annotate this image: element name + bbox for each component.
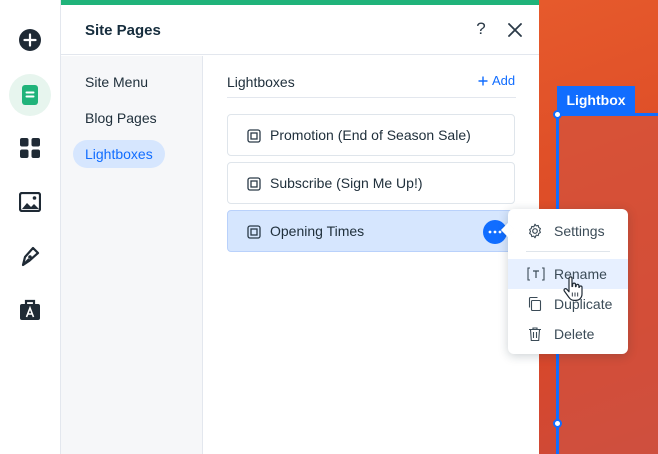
apps-button[interactable] xyxy=(8,128,52,168)
lightbox-page-icon xyxy=(247,129,261,143)
resize-handle[interactable] xyxy=(553,419,562,428)
menu-item-label: Settings xyxy=(554,223,605,239)
menu-item-label: Delete xyxy=(554,326,595,342)
left-toolbar xyxy=(0,0,61,454)
close-icon xyxy=(508,23,522,37)
more-dots-icon xyxy=(488,230,502,234)
lightbox-tag[interactable]: Lightbox xyxy=(557,86,635,114)
media-button[interactable] xyxy=(8,182,52,222)
site-pages-panel: Site Pages ? Site Menu Blog Pages Lightb… xyxy=(61,0,539,454)
close-button[interactable] xyxy=(504,19,526,41)
rename-icon xyxy=(527,267,545,281)
lightbox-row-label: Opening Times xyxy=(270,223,365,239)
pages-button[interactable] xyxy=(9,74,51,116)
business-tools-button[interactable] xyxy=(8,290,52,330)
lightbox-page-icon xyxy=(247,177,261,191)
panel-title: Site Pages xyxy=(85,22,161,39)
lightbox-row-label: Promotion (End of Season Sale) xyxy=(270,127,471,143)
menu-item-settings[interactable]: Settings xyxy=(508,216,628,246)
panel-header: Site Pages ? xyxy=(61,5,539,55)
lightbox-row-selected[interactable]: Opening Times xyxy=(227,210,515,252)
pages-nav: Site Menu Blog Pages Lightboxes xyxy=(61,56,203,454)
nav-item-lightboxes[interactable]: Lightboxes xyxy=(73,140,165,168)
add-label: Add xyxy=(492,73,516,88)
help-button[interactable]: ? xyxy=(471,19,491,41)
duplicate-icon xyxy=(528,296,542,312)
nav-item-blog-pages[interactable]: Blog Pages xyxy=(73,104,169,132)
gear-icon xyxy=(529,223,541,239)
pen-icon xyxy=(21,246,40,267)
menu-item-delete[interactable]: Delete xyxy=(508,319,628,349)
apps-icon xyxy=(20,138,40,158)
lightbox-row-label: Subscribe (Sign Me Up!) xyxy=(270,175,423,191)
trash-icon xyxy=(529,327,541,342)
pages-icon xyxy=(22,85,38,105)
plus-icon xyxy=(478,76,488,85)
resize-handle[interactable] xyxy=(553,110,562,119)
add-icon xyxy=(19,29,41,51)
design-button[interactable] xyxy=(8,236,52,276)
menu-divider xyxy=(526,251,610,252)
media-icon xyxy=(19,192,41,212)
add-elements-button[interactable] xyxy=(8,20,52,60)
divider xyxy=(227,97,516,98)
hand-cursor-icon xyxy=(563,276,583,301)
lightboxes-content: Lightboxes Add Promotion (End of Season … xyxy=(203,56,539,454)
section-title: Lightboxes xyxy=(227,74,295,90)
business-tools-icon xyxy=(20,299,40,320)
lightbox-row[interactable]: Subscribe (Sign Me Up!) xyxy=(227,162,515,204)
nav-item-site-menu[interactable]: Site Menu xyxy=(73,68,160,96)
add-lightbox-button[interactable]: Add xyxy=(478,73,515,88)
lightbox-page-icon xyxy=(247,225,261,239)
lightbox-row[interactable]: Promotion (End of Season Sale) xyxy=(227,114,515,156)
